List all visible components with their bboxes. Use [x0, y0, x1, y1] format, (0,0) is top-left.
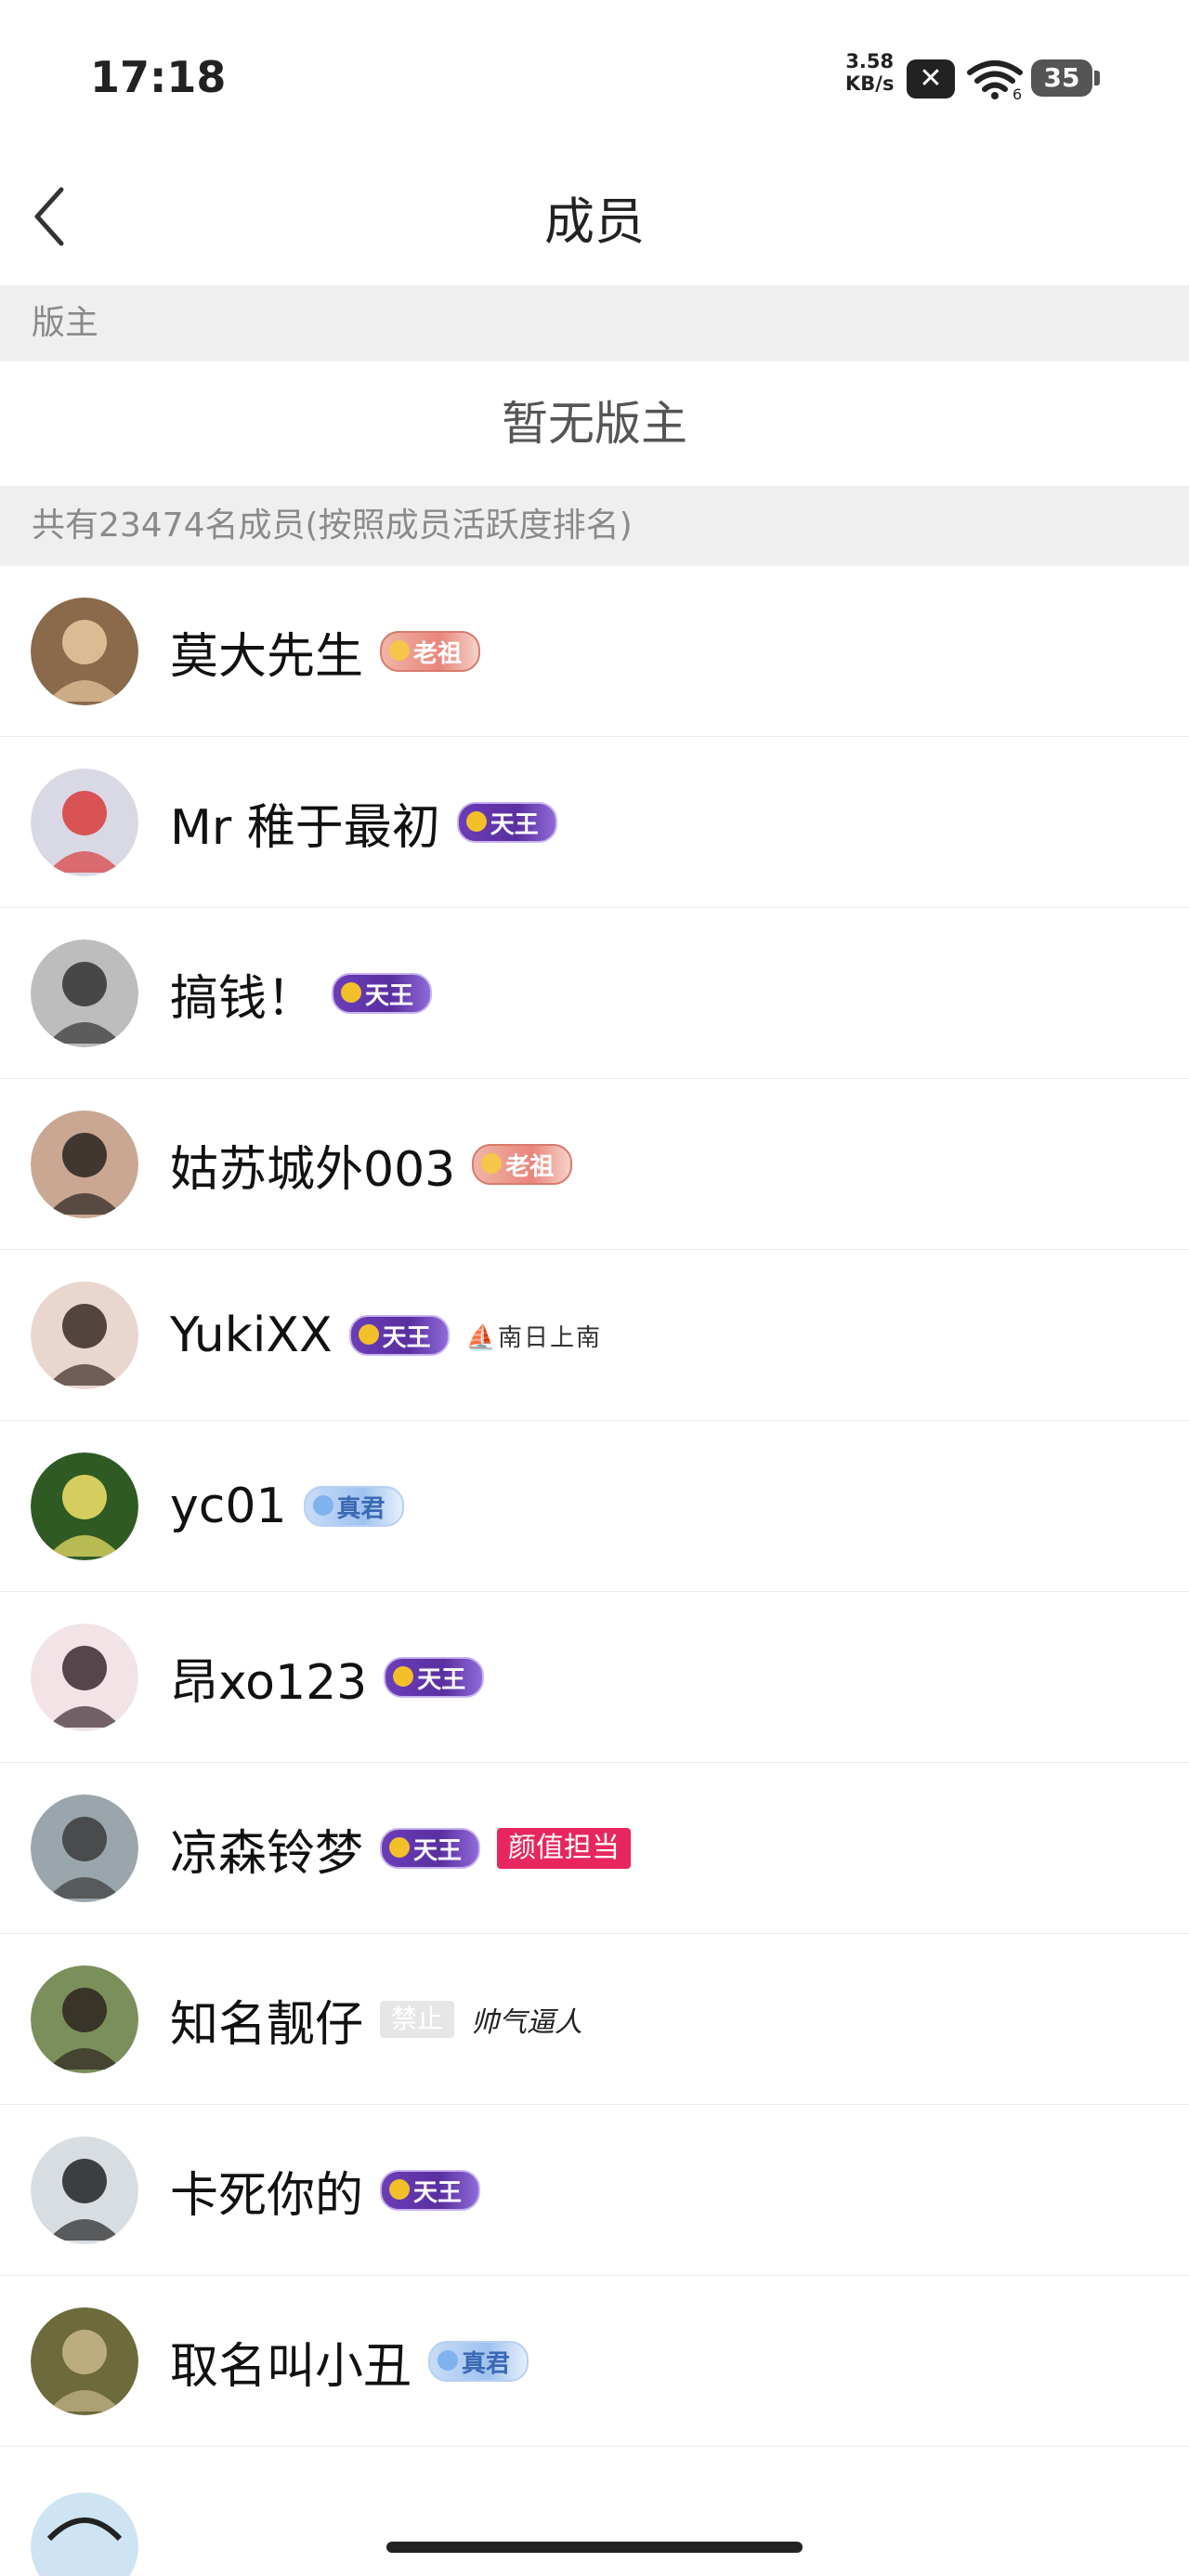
avatar[interactable]: [31, 598, 138, 705]
member-name: 姑苏城外003: [170, 1141, 456, 1198]
member-name-group: 莫大先生 老祖: [170, 566, 481, 737]
member-name-group: 凉森铃梦 天王 颜值担当: [170, 1763, 632, 1934]
member-name: 莫大先生: [170, 628, 364, 685]
network-speed-unit: KB/s: [845, 72, 895, 95]
avatar[interactable]: [31, 769, 138, 876]
member-name-group: 昂xo123 天王: [170, 1592, 485, 1763]
member-row[interactable]: 莫大先生 老祖: [0, 566, 1189, 737]
member-row[interactable]: 姑苏城外003 老祖: [0, 1079, 1189, 1250]
member-row[interactable]: 卡死你的 天王: [0, 2105, 1189, 2276]
member-row[interactable]: 知名靓仔 禁止 帅气逼人: [0, 1934, 1189, 2105]
status-time: 17:18: [90, 52, 227, 102]
network-speed: 3.58 KB/s: [845, 50, 894, 95]
member-row[interactable]: YukiXX 天王 ⛵南日上南: [0, 1250, 1189, 1421]
member-name: 凉森铃梦: [170, 1825, 364, 1882]
rank-badge: 天王: [456, 802, 557, 843]
member-name: YukiXX: [170, 1308, 333, 1363]
title-tag: 帅气逼人: [471, 2006, 583, 2039]
avatar[interactable]: [31, 1794, 138, 1902]
status-bar: 17:18 3.58 KB/s ✕ 6 35: [0, 0, 1189, 139]
members-count-label: 共有23474名成员(按照成员活跃度排名): [0, 486, 1189, 566]
member-row[interactable]: 昂xo123 天王: [0, 1592, 1189, 1763]
avatar[interactable]: [31, 1452, 138, 1560]
nav-header: 成员: [0, 149, 1189, 279]
ban-tag: 禁止: [380, 2001, 455, 2038]
member-name: 卡死你的: [170, 2167, 364, 2224]
close-x-icon: ✕: [907, 59, 955, 99]
rank-badge: 真君: [428, 2341, 529, 2382]
member-name: yc01: [170, 1479, 287, 1534]
member-name-group: 姑苏城外003 老祖: [170, 1079, 573, 1250]
avatar[interactable]: [31, 1281, 138, 1389]
member-name: 知名靓仔: [170, 1996, 364, 2053]
avatar[interactable]: [31, 2136, 138, 2244]
title-tag: ⛵南日上南: [465, 1323, 602, 1352]
rank-badge: 老祖: [472, 1144, 573, 1185]
member-name-group: Mr 稚于最初 天王: [170, 737, 557, 908]
member-name: 取名叫小丑: [170, 2338, 412, 2395]
rank-badge: 天王: [384, 1657, 485, 1698]
rank-badge: 天王: [380, 2170, 481, 2211]
avatar[interactable]: [31, 1965, 138, 2073]
rank-badge: 天王: [332, 973, 433, 1014]
member-name: 昂xo123: [170, 1654, 368, 1711]
avatar[interactable]: [31, 2307, 138, 2415]
member-name-group: 搞钱！ 天王: [170, 908, 433, 1079]
avatar[interactable]: [31, 1623, 138, 1731]
rank-badge: 老祖: [380, 631, 481, 672]
member-row[interactable]: 凉森铃梦 天王 颜值担当: [0, 1763, 1189, 1934]
page-title: 成员: [544, 192, 645, 251]
member-name-group: YukiXX 天王 ⛵南日上南: [170, 1250, 602, 1421]
member-name-group: 知名靓仔 禁止 帅气逼人: [170, 1934, 582, 2105]
member-row[interactable]: yc01 真君: [0, 1421, 1189, 1592]
network-speed-value: 3.58: [845, 50, 895, 72]
title-tag: 颜值担当: [497, 1828, 632, 1869]
member-name-group: 卡死你的 天王: [170, 2105, 481, 2276]
member-name-group: 取名叫小丑 真君: [170, 2276, 529, 2447]
wifi-icon: 6: [967, 60, 1023, 100]
avatar[interactable]: [31, 940, 138, 1047]
wifi-label: 6: [1013, 85, 1022, 100]
moderator-section-label: 版主: [0, 285, 1189, 361]
avatar[interactable]: [31, 1111, 138, 1218]
rank-badge: 天王: [380, 1828, 481, 1869]
avatar[interactable]: [31, 2492, 138, 2576]
rank-badge: 天王: [348, 1315, 450, 1356]
member-row[interactable]: 取名叫小丑 真君: [0, 2276, 1189, 2447]
member-list: 莫大先生 老祖 Mr 稚于最初 天王 搞钱！ 天王 姑苏城外003 老祖 YukiXX 天王 ⛵南日…: [0, 566, 1189, 2447]
member-name: Mr 稚于最初: [170, 799, 440, 856]
rank-badge: 真君: [303, 1486, 404, 1527]
member-name-group: yc01 真君: [170, 1421, 404, 1592]
member-name: 搞钱！: [170, 970, 316, 1027]
member-row[interactable]: 搞钱！ 天王: [0, 908, 1189, 1079]
home-indicator[interactable]: [386, 2542, 803, 2553]
member-row[interactable]: Mr 稚于最初 天王: [0, 737, 1189, 908]
battery-icon: 35: [1031, 59, 1100, 97]
no-moderator-text: 暂无版主: [502, 397, 687, 451]
